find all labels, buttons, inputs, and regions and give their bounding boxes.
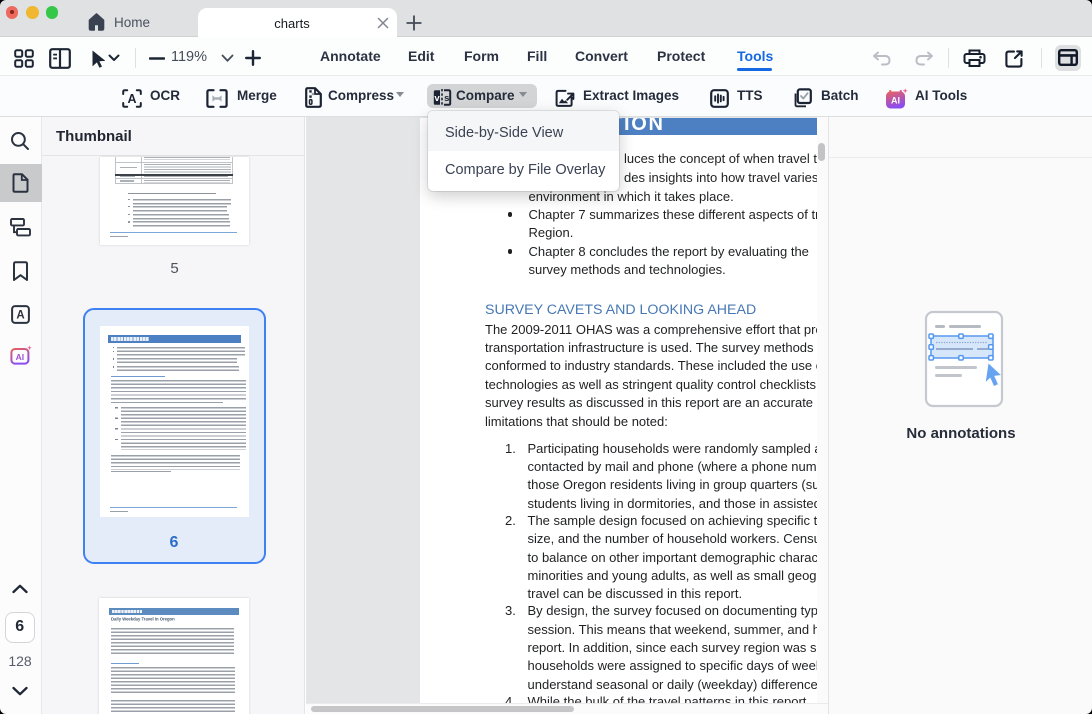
svg-text:A: A xyxy=(16,310,24,322)
svg-text:AI: AI xyxy=(16,352,25,362)
svg-text:AI: AI xyxy=(891,96,900,106)
svg-text:v: v xyxy=(434,93,440,104)
svg-text:s: s xyxy=(444,93,449,104)
svg-text:A: A xyxy=(127,92,136,106)
